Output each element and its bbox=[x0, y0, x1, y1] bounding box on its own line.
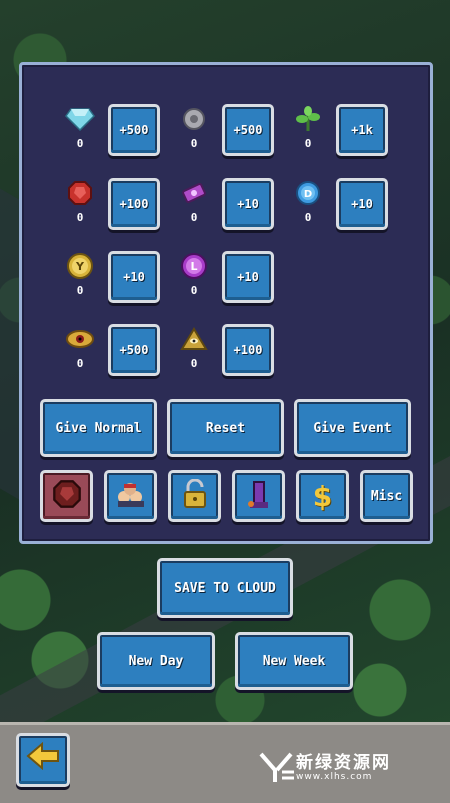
save-to-cloud-button[interactable]: SAVE TO CLOUD bbox=[157, 558, 293, 618]
resource-count: 0 bbox=[76, 357, 84, 370]
tab-characters[interactable] bbox=[104, 470, 157, 522]
y-coin-icon: Y bbox=[60, 248, 100, 284]
diamond-icon bbox=[60, 101, 100, 137]
resource-item: 0 +500 bbox=[60, 321, 168, 381]
resource-item: Y 0 +10 bbox=[60, 248, 168, 308]
tab-gems[interactable] bbox=[40, 470, 93, 522]
add-10-button[interactable]: +10 bbox=[336, 178, 388, 230]
add-100-button[interactable]: +100 bbox=[222, 324, 274, 376]
resource-count: 0 bbox=[190, 211, 198, 224]
resource-count: 0 bbox=[304, 137, 312, 150]
resource-item: 0 +100 bbox=[60, 175, 168, 235]
resource-count: 0 bbox=[190, 284, 198, 297]
pyramid-icon bbox=[174, 321, 214, 357]
add-500-button[interactable]: +500 bbox=[222, 104, 274, 156]
new-week-button[interactable]: New Week bbox=[235, 632, 353, 690]
purple-ticket-icon bbox=[174, 175, 214, 211]
debug-panel: 0 +500 0 +500 0 +1k 0 +100 0 +10 D 0 +10… bbox=[19, 62, 433, 544]
svg-text:D: D bbox=[304, 189, 312, 200]
watermark-url: www.xlhs.com bbox=[296, 772, 373, 782]
tab-unlocks[interactable] bbox=[168, 470, 221, 522]
add-500-button[interactable]: +500 bbox=[108, 324, 160, 376]
give-normal-button[interactable]: Give Normal bbox=[40, 399, 157, 457]
resource-count: 0 bbox=[76, 211, 84, 224]
new-day-button[interactable]: New Day bbox=[97, 632, 215, 690]
green-plant-icon bbox=[288, 101, 328, 137]
tab-money[interactable]: $ bbox=[296, 470, 349, 522]
watermark-logo: 新绿资源网 www.xlhs.com bbox=[258, 748, 430, 788]
dollar-icon: $ bbox=[312, 479, 333, 513]
svg-text:Y: Y bbox=[75, 260, 85, 273]
add-100-button[interactable]: +100 bbox=[108, 178, 160, 230]
resource-count: 0 bbox=[190, 137, 198, 150]
add-10-button[interactable]: +10 bbox=[108, 251, 160, 303]
back-arrow-icon bbox=[26, 741, 60, 778]
tower-icon bbox=[245, 478, 273, 514]
resource-item: D 0 +10 bbox=[288, 175, 396, 235]
characters-icon bbox=[114, 479, 148, 513]
resource-item: 0 +500 bbox=[174, 101, 282, 161]
red-gem-icon bbox=[52, 479, 82, 513]
reset-button[interactable]: Reset bbox=[167, 399, 284, 457]
resource-item: 0 +10 bbox=[174, 175, 282, 235]
give-event-button[interactable]: Give Event bbox=[294, 399, 411, 457]
resource-count: 0 bbox=[76, 137, 84, 150]
resource-item: L 0 +10 bbox=[174, 248, 282, 308]
watermark-text: 新绿资源网 www.xlhs.com bbox=[296, 754, 391, 782]
back-button[interactable] bbox=[16, 733, 70, 787]
red-gem-icon bbox=[60, 175, 100, 211]
watermark-mark-icon bbox=[259, 752, 294, 782]
resource-item: 0 +1k bbox=[288, 101, 396, 161]
resource-row: Y 0 +10 L 0 +10 bbox=[22, 248, 430, 308]
add-500-button[interactable]: +500 bbox=[108, 104, 160, 156]
add-10-button[interactable]: +10 bbox=[222, 251, 274, 303]
silver-coin-icon bbox=[174, 101, 214, 137]
tab-misc[interactable]: Misc bbox=[360, 470, 413, 522]
resource-count: 0 bbox=[304, 211, 312, 224]
add-10-button[interactable]: +10 bbox=[222, 178, 274, 230]
resource-count: 0 bbox=[76, 284, 84, 297]
resource-row: 0 +500 0 +100 bbox=[22, 321, 430, 381]
resource-row: 0 +500 0 +500 0 +1k bbox=[22, 101, 430, 161]
watermark-title: 新绿资源网 bbox=[296, 753, 391, 773]
add-1k-button[interactable]: +1k bbox=[336, 104, 388, 156]
resource-item: 0 +100 bbox=[174, 321, 282, 381]
svg-text:L: L bbox=[190, 260, 197, 273]
tab-buildings[interactable] bbox=[232, 470, 285, 522]
padlock-icon bbox=[181, 478, 209, 513]
l-coin-icon: L bbox=[174, 248, 214, 284]
resource-row: 0 +100 0 +10 D 0 +10 bbox=[22, 175, 430, 235]
eye-token-icon bbox=[60, 321, 100, 357]
resource-item: 0 +500 bbox=[60, 101, 168, 161]
resource-count: 0 bbox=[190, 357, 198, 370]
d-coin-icon: D bbox=[288, 175, 328, 211]
